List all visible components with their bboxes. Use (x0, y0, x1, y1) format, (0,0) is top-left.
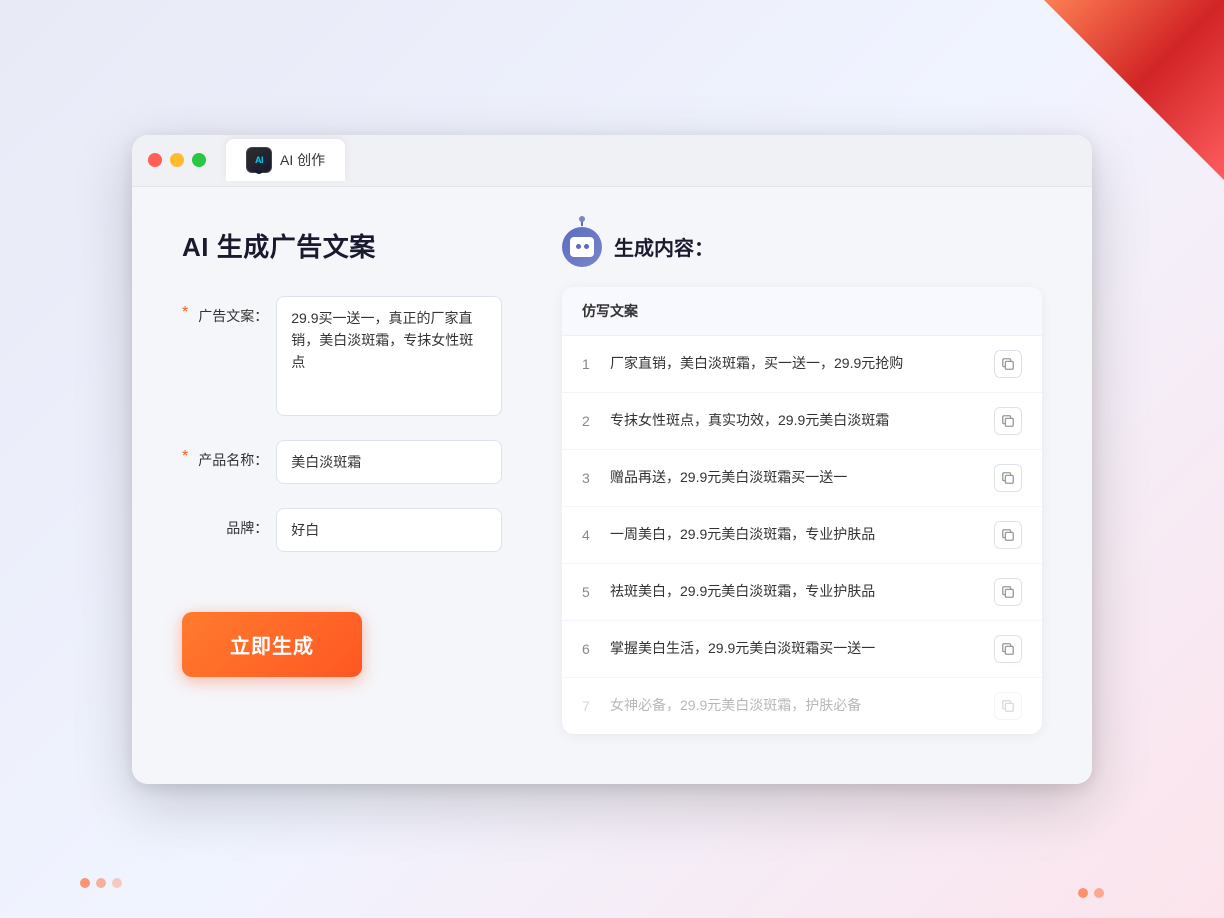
row-number: 3 (582, 470, 610, 486)
close-button[interactable] (148, 153, 162, 167)
table-row: 5 祛斑美白，29.9元美白淡斑霜，专业护肤品 (562, 564, 1042, 621)
robot-eye-right (584, 244, 589, 249)
table-row: 1 厂家直销，美白淡斑霜，买一送一，29.9元抢购 (562, 336, 1042, 393)
result-header: 生成内容： (562, 227, 1042, 267)
row-text: 厂家直销，美白淡斑霜，买一送一，29.9元抢购 (610, 353, 994, 374)
table-header: 仿写文案 (562, 287, 1042, 336)
copy-icon (1001, 414, 1015, 428)
row-number: 4 (582, 527, 610, 543)
copy-button[interactable] (994, 464, 1022, 492)
row-number: 6 (582, 641, 610, 657)
product-name-input[interactable] (276, 440, 502, 484)
ai-creation-tab[interactable]: AI AI 创作 (226, 139, 345, 181)
table-row: 6 掌握美白生活，29.9元美白淡斑霜买一送一 (562, 621, 1042, 678)
row-text: 专抹女性斑点，真实功效，29.9元美白淡斑霜 (610, 410, 994, 431)
title-bar: AI AI 创作 (132, 135, 1092, 187)
copy-button[interactable] (994, 635, 1022, 663)
brand-input[interactable] (276, 508, 502, 552)
copy-button[interactable] (994, 692, 1022, 720)
ai-logo-icon: AI (246, 147, 272, 173)
browser-window: AI AI 创作 AI 生成广告文案 * 广告文案： * 产品名称： * (132, 135, 1092, 784)
row-number: 7 (582, 698, 610, 714)
copy-icon (1001, 357, 1015, 371)
product-name-group: * 产品名称： (182, 440, 502, 484)
product-name-label: 产品名称： (196, 440, 268, 470)
ad-copy-label: 广告文案： (196, 296, 268, 326)
left-panel: AI 生成广告文案 * 广告文案： * 产品名称： * 品牌： 立即生成 (182, 227, 502, 734)
page-title: AI 生成广告文案 (182, 227, 502, 264)
copy-icon (1001, 585, 1015, 599)
row-text: 祛斑美白，29.9元美白淡斑霜，专业护肤品 (610, 581, 994, 602)
results-table: 仿写文案 1 厂家直销，美白淡斑霜，买一送一，29.9元抢购 2 专抹女性斑点，… (562, 287, 1042, 734)
row-number: 2 (582, 413, 610, 429)
table-row: 3 赠品再送，29.9元美白淡斑霜买一送一 (562, 450, 1042, 507)
copy-button[interactable] (994, 407, 1022, 435)
table-row: 2 专抹女性斑点，真实功效，29.9元美白淡斑霜 (562, 393, 1042, 450)
row-number: 1 (582, 356, 610, 372)
ad-copy-input[interactable] (276, 296, 502, 416)
copy-icon (1001, 471, 1015, 485)
generate-button[interactable]: 立即生成 (182, 612, 362, 677)
copy-icon (1001, 699, 1015, 713)
robot-icon (562, 227, 602, 267)
bg-decoration-bottom-right (1078, 888, 1104, 898)
result-title: 生成内容： (614, 232, 714, 261)
row-text: 赠品再送，29.9元美白淡斑霜买一送一 (610, 467, 994, 488)
table-row: 7 女神必备，29.9元美白淡斑霜，护肤必备 (562, 678, 1042, 734)
copy-icon (1001, 642, 1015, 656)
row-text: 掌握美白生活，29.9元美白淡斑霜买一送一 (610, 638, 994, 659)
copy-button[interactable] (994, 350, 1022, 378)
main-content: AI 生成广告文案 * 广告文案： * 产品名称： * 品牌： 立即生成 (132, 187, 1092, 784)
results-list: 1 厂家直销，美白淡斑霜，买一送一，29.9元抢购 2 专抹女性斑点，真实功效，… (562, 336, 1042, 734)
copy-button[interactable] (994, 521, 1022, 549)
brand-label: 品牌： (196, 508, 268, 538)
row-text: 一周美白，29.9元美白淡斑霜，专业护肤品 (610, 524, 994, 545)
copy-button[interactable] (994, 578, 1022, 606)
robot-face (570, 237, 594, 257)
row-number: 5 (582, 584, 610, 600)
copy-icon (1001, 528, 1015, 542)
window-controls (148, 153, 206, 167)
table-row: 4 一周美白，29.9元美白淡斑霜，专业护肤品 (562, 507, 1042, 564)
row-text: 女神必备，29.9元美白淡斑霜，护肤必备 (610, 695, 994, 716)
brand-group: * 品牌： (182, 508, 502, 552)
minimize-button[interactable] (170, 153, 184, 167)
ad-copy-group: * 广告文案： (182, 296, 502, 416)
required-star-product: * (182, 448, 188, 466)
required-star-ad: * (182, 304, 188, 322)
right-panel: 生成内容： 仿写文案 1 厂家直销，美白淡斑霜，买一送一，29.9元抢购 2 专… (562, 227, 1042, 734)
bg-decoration-bottom-left (80, 878, 122, 888)
robot-antenna (581, 219, 583, 226)
maximize-button[interactable] (192, 153, 206, 167)
robot-eye-left (576, 244, 581, 249)
tab-label: AI 创作 (280, 150, 325, 170)
